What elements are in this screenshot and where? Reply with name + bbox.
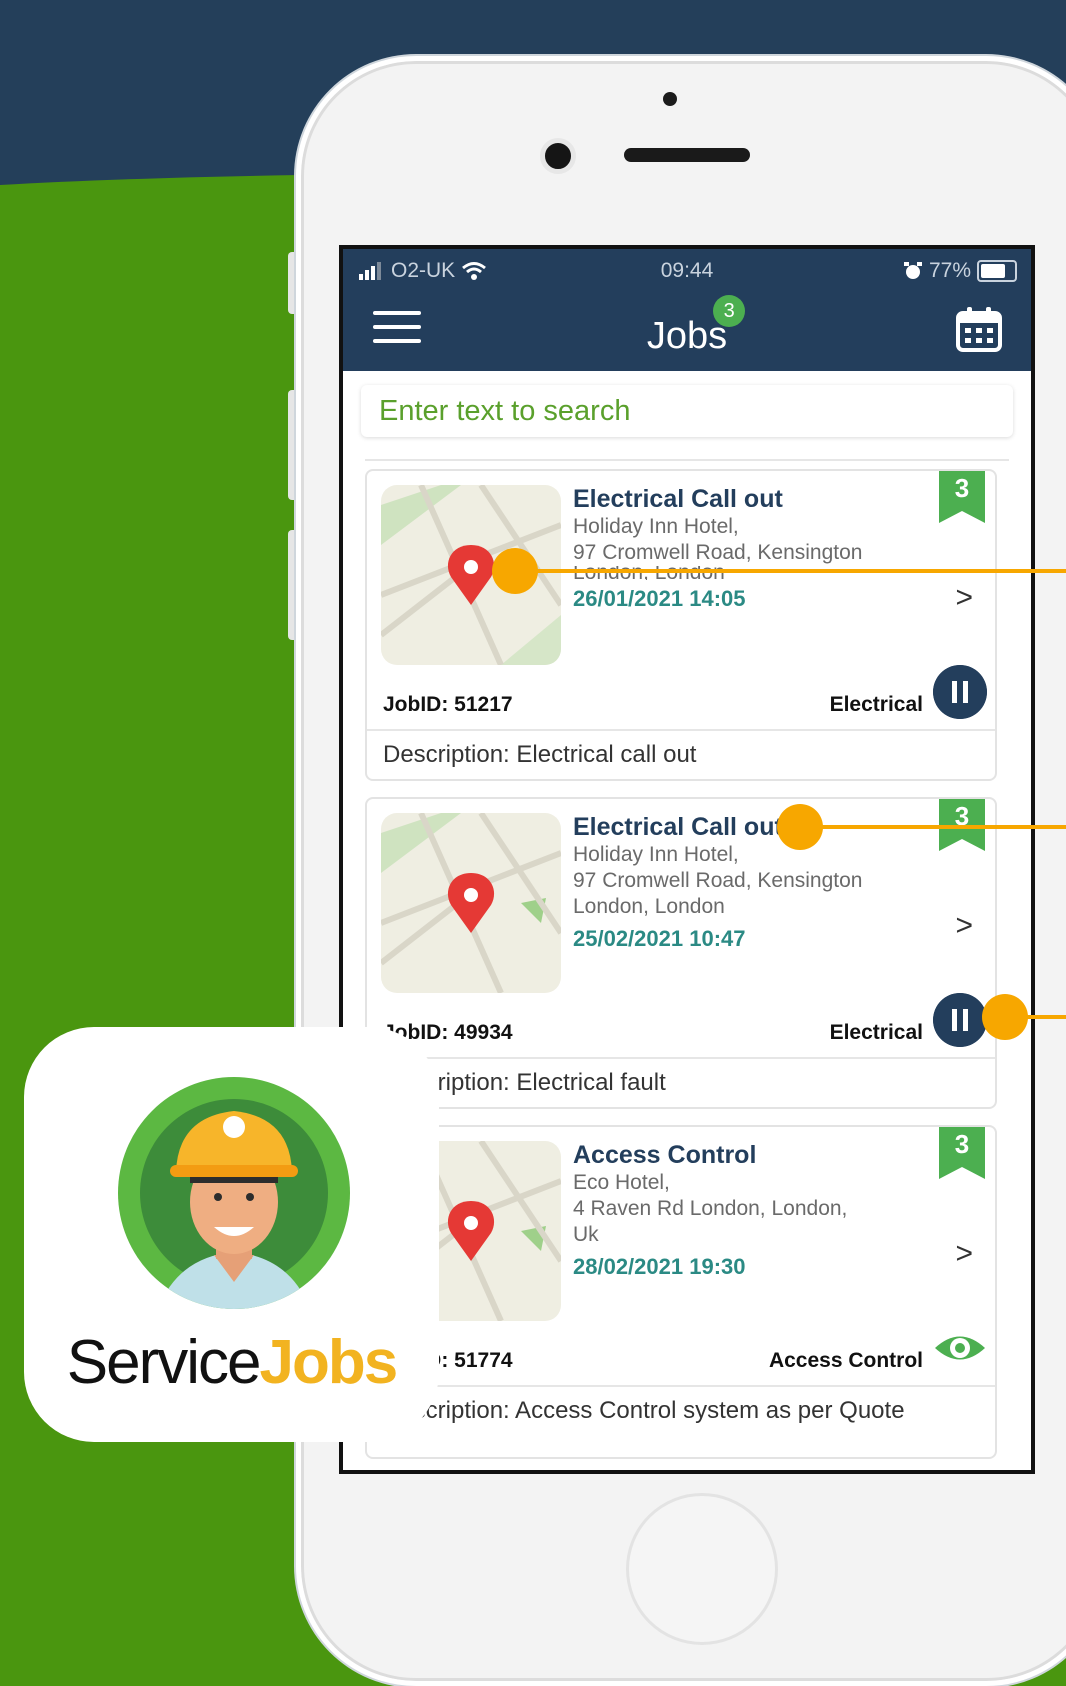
search-divider [365,459,1009,461]
priority-value: 3 [954,1129,970,1159]
app-bar: O2-UK 09:44 77% Jobs 3 [343,249,1031,371]
phone-sensor [540,138,576,174]
job-description: Description: Electrical fault [367,1057,995,1107]
job-title: Electrical Call out [573,485,783,513]
worker-avatar-icon [118,1077,350,1309]
job-category: Electrical [829,693,923,716]
brand-service: Service [66,1328,262,1397]
chevron-right-icon[interactable]: > [955,909,973,943]
job-address-line: Eco Hotel, [573,1171,670,1194]
job-address-line: 97 Cromwell Road, Kensington [573,869,863,892]
callout-line [815,825,1066,829]
home-button[interactable] [626,1493,778,1645]
job-description: Description: Access Control system as pe… [367,1385,995,1435]
chevron-right-icon[interactable]: > [955,581,973,615]
calendar-icon[interactable] [955,305,1003,353]
alarm-icon [903,262,922,279]
brand-wordmark: ServiceJobs [24,1327,439,1398]
job-id: JobID: 51217 [383,693,513,716]
page-title: Jobs [646,315,728,357]
status-bar: O2-UK 09:44 77% [343,259,1031,285]
phone-speaker [624,148,750,162]
job-datetime: 25/02/2021 10:47 [573,926,746,951]
page-title-area: Jobs 3 [343,295,1031,358]
job-info: Electrical Call out Holiday Inn Hotel, 9… [573,813,913,952]
pause-icon[interactable] [933,993,987,1047]
job-address-line: Holiday Inn Hotel, [573,515,739,538]
job-address-line: 4 Raven Rd London, London, [573,1197,848,1220]
app-icon-card: ServiceJobs [24,1027,439,1442]
battery-info: 77% [903,259,1017,283]
eye-icon[interactable] [933,1321,987,1375]
brand-jobs: Jobs [259,1328,399,1397]
job-info: Electrical Call out Holiday Inn Hotel, 9… [573,485,913,612]
job-address-line: Holiday Inn Hotel, [573,843,739,866]
job-address-line: 97 Cromwell Road, Kensington [573,541,863,564]
battery-icon [977,260,1017,282]
phone-camera [663,92,677,106]
map-thumbnail [381,813,561,993]
chevron-right-icon[interactable]: > [955,1237,973,1271]
battery-percent: 77% [928,259,971,282]
job-title: Access Control [573,1141,757,1169]
app-screen: O2-UK 09:44 77% Jobs 3 Enter text to sea… [339,245,1035,1474]
job-address-line: Uk [573,1223,599,1246]
job-card[interactable]: Electrical Call out Holiday Inn Hotel, 9… [365,469,997,781]
job-info: Access Control Eco Hotel, 4 Raven Rd Lon… [573,1141,913,1280]
job-description: Description: Electrical call out [367,729,995,779]
search-input[interactable]: Enter text to search [361,385,1013,437]
callout-line [1020,1015,1066,1019]
callout-line [530,569,1066,573]
jobs-count-badge: 3 [713,295,746,327]
job-category: Electrical [829,1021,923,1044]
job-datetime: 26/01/2021 14:05 [573,586,746,611]
job-card[interactable]: Electrical Call out Holiday Inn Hotel, 9… [365,797,997,1109]
job-address-line: London, London [573,895,725,918]
job-category: Access Control [768,1349,923,1372]
priority-value: 3 [954,473,970,503]
pause-icon[interactable] [933,665,987,719]
job-card[interactable]: Access Control Eco Hotel, 4 Raven Rd Lon… [365,1125,997,1459]
job-datetime: 28/02/2021 19:30 [573,1254,746,1279]
